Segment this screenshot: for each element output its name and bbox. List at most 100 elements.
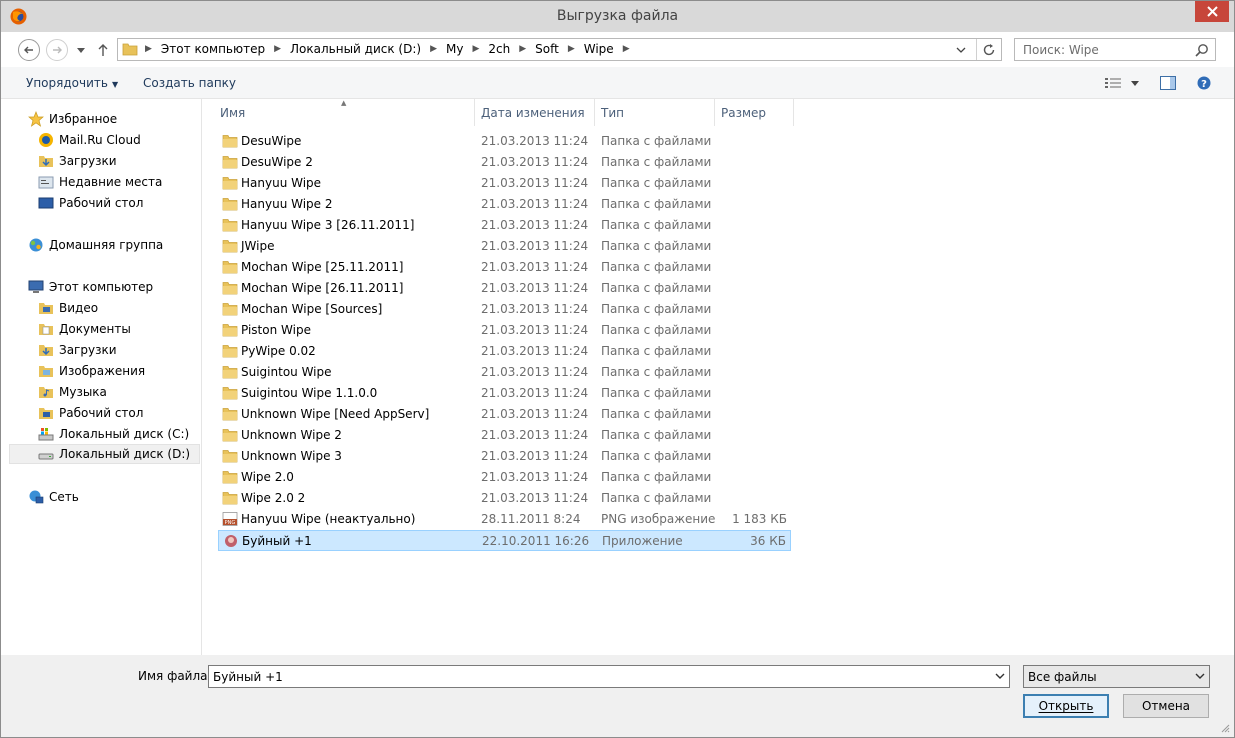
chevron-down-icon[interactable] <box>994 670 1006 682</box>
file-date: 21.03.2013 11:24 <box>481 449 589 463</box>
refresh-button[interactable] <box>981 42 997 58</box>
address-history-dropdown[interactable] <box>953 41 969 58</box>
sidebar-item-mailru-cloud[interactable]: Mail.Ru Cloud <box>38 130 141 150</box>
up-button[interactable] <box>96 42 110 58</box>
arrow-left-icon <box>24 46 33 54</box>
sidebar-item-favorites[interactable]: Избранное <box>28 109 117 129</box>
column-header-type[interactable]: Тип <box>595 99 715 126</box>
address-bar[interactable]: ▶ Этот компьютер ▶ Локальный диск (D:) ▶… <box>117 38 1002 61</box>
sidebar-item-downloads[interactable]: Загрузки <box>38 151 117 171</box>
column-header-size[interactable]: Размер <box>715 99 794 126</box>
breadcrumb-separator[interactable]: ▶ <box>142 44 155 54</box>
file-name: Piston Wipe <box>241 323 311 337</box>
videos-folder-icon <box>38 300 54 316</box>
sidebar-item-this-pc[interactable]: Этот компьютер <box>28 277 153 297</box>
filename-input[interactable]: Буйный +1 <box>208 665 1010 688</box>
file-row[interactable]: Wipe 2.0 2 21.03.2013 11:24 Папка с файлам… <box>218 488 791 509</box>
search-input[interactable]: Поиск: Wipe <box>1014 38 1216 61</box>
file-row[interactable]: Mochan Wipe [Sources] 21.03.2013 11:24 Пап… <box>218 299 791 320</box>
file-row[interactable]: Piston Wipe 21.03.2013 11:24 Папка с файла… <box>218 320 791 341</box>
file-type: Папка с файлами <box>601 281 712 295</box>
file-row[interactable]: Wipe 2.0 21.03.2013 11:24 Папка с файлами <box>218 467 791 488</box>
file-row[interactable]: Suigintou Wipe 1.1.0.0 21.03.2013 11:24 Па… <box>218 383 791 404</box>
sidebar-item-pictures[interactable]: Изображения <box>38 361 145 381</box>
sidebar-item-network[interactable]: Сеть <box>28 487 79 507</box>
sidebar-item-desktop[interactable]: Рабочий стол <box>38 193 143 213</box>
file-row[interactable]: Hanyuu Wipe 21.03.2013 11:24 Папка с файла… <box>218 173 791 194</box>
file-name: PyWipe 0.02 <box>241 344 316 358</box>
preview-pane-button[interactable] <box>1160 74 1176 92</box>
file-type: Папка с файлами <box>601 470 712 484</box>
breadcrumb-item[interactable]: Soft <box>529 42 565 56</box>
file-row[interactable]: Буйный +1 22.10.2011 16:26 Приложение 36 КБ <box>218 530 791 551</box>
file-type: Папка с файлами <box>601 197 712 211</box>
organize-button[interactable]: Упорядочить ▼ <box>26 76 118 90</box>
file-date: 21.03.2013 11:24 <box>481 302 589 316</box>
file-row[interactable]: Hanyuu Wipe 2 21.03.2013 11:24 Папка с фай… <box>218 194 791 215</box>
sidebar-item-homegroup[interactable]: Домашняя группа <box>28 235 163 255</box>
file-list: Имя ▲ Дата изменения Тип Размер DesuWipe… <box>202 99 1227 655</box>
file-type: Папка с файлами <box>601 428 712 442</box>
breadcrumb-item[interactable]: Этот компьютер <box>155 42 271 56</box>
breadcrumb-separator[interactable]: ▶ <box>427 44 440 54</box>
folder-icon <box>222 197 238 211</box>
breadcrumb-item[interactable]: My <box>440 42 469 56</box>
file-row[interactable]: Hanyuu Wipe 3 [26.11.2011] 21.03.2013 11:… <box>218 215 791 236</box>
close-button[interactable] <box>1195 1 1229 22</box>
sidebar-item-downloads-pc[interactable]: Загрузки <box>38 340 117 360</box>
sidebar-item-videos[interactable]: Видео <box>38 298 98 318</box>
breadcrumb-item[interactable]: Wipe <box>578 42 620 56</box>
folder-icon <box>222 239 238 253</box>
file-row[interactable]: DesuWipe 2 21.03.2013 11:24 Папка с файлам… <box>218 152 791 173</box>
breadcrumb-item[interactable]: Локальный диск (D:) <box>284 42 427 56</box>
breadcrumb-separator[interactable]: ▶ <box>620 44 633 54</box>
open-button[interactable]: Открыть <box>1023 694 1109 718</box>
folder-icon <box>222 491 238 505</box>
sidebar-item-recent-places[interactable]: Недавние места <box>38 172 162 192</box>
view-options-dropdown[interactable] <box>1131 74 1139 92</box>
file-row[interactable]: Unknown Wipe 3 21.03.2013 11:24 Папка с фа… <box>218 446 791 467</box>
change-view-button[interactable] <box>1105 74 1121 92</box>
resize-grip-icon[interactable] <box>1220 723 1230 733</box>
column-header-date[interactable]: Дата изменения <box>475 99 595 126</box>
sidebar-item-drive-c[interactable]: Локальный диск (C:) <box>38 424 189 444</box>
file-row[interactable]: Unknown Wipe 2 21.03.2013 11:24 Папка с фа… <box>218 425 791 446</box>
file-date: 28.11.2011 8:24 <box>481 512 581 526</box>
file-row[interactable]: Mochan Wipe [26.11.2011] 21.03.2013 11:24… <box>218 278 791 299</box>
back-button[interactable] <box>18 39 40 61</box>
breadcrumb-separator[interactable]: ▶ <box>565 44 578 54</box>
homegroup-icon <box>28 237 44 253</box>
file-type: Папка с файлами <box>601 239 712 253</box>
search-placeholder: Поиск: Wipe <box>1023 43 1099 57</box>
music-folder-icon <box>38 384 54 400</box>
sidebar-item-music[interactable]: Музыка <box>38 382 107 402</box>
file-row[interactable]: JWipe 21.03.2013 11:24 Папка с файлами <box>218 236 791 257</box>
new-folder-button[interactable]: Создать папку <box>143 76 236 90</box>
sidebar-item-drive-d[interactable]: Локальный диск (D:) <box>9 444 200 464</box>
sidebar-item-label: Рабочий стол <box>59 406 144 420</box>
breadcrumb-separator[interactable]: ▶ <box>469 44 482 54</box>
navigation-bar: ▶ Этот компьютер ▶ Локальный диск (D:) ▶… <box>1 32 1234 67</box>
breadcrumb-separator[interactable]: ▶ <box>516 44 529 54</box>
help-button[interactable]: ? <box>1197 74 1211 92</box>
file-row[interactable]: Unknown Wipe [Need AppServ] 21.03.2013 11… <box>218 404 791 425</box>
cancel-button[interactable]: Отмена <box>1123 694 1209 718</box>
file-row[interactable]: PyWipe 0.02 21.03.2013 11:24 Папка с файла… <box>218 341 791 362</box>
sidebar-item-desktop-pc[interactable]: Рабочий стол <box>38 403 143 423</box>
folder-icon <box>222 176 238 190</box>
file-row[interactable]: DesuWipe 21.03.2013 11:24 Папка с файлами <box>218 131 791 152</box>
sidebar-item-documents[interactable]: Документы <box>38 319 131 339</box>
file-date: 21.03.2013 11:24 <box>481 365 589 379</box>
file-row[interactable]: PNG Hanyuu Wipe (неактуально) 28.11.2011 8… <box>218 509 791 530</box>
breadcrumb-separator[interactable]: ▶ <box>271 44 284 54</box>
recent-locations-button[interactable] <box>74 42 88 58</box>
file-type-filter[interactable]: Все файлы <box>1023 665 1210 688</box>
svg-text:?: ? <box>1201 79 1207 90</box>
file-row[interactable]: Suigintou Wipe 21.03.2013 11:24 Папка с фа… <box>218 362 791 383</box>
sidebar-item-label: Сеть <box>49 490 79 504</box>
breadcrumb-item[interactable]: 2ch <box>482 42 516 56</box>
file-type: Папка с файлами <box>601 449 712 463</box>
file-row[interactable]: Mochan Wipe [25.11.2011] 21.03.2013 11:24… <box>218 257 791 278</box>
forward-button[interactable] <box>46 39 68 61</box>
file-name: Hanyuu Wipe 3 [26.11.2011] <box>241 218 415 232</box>
